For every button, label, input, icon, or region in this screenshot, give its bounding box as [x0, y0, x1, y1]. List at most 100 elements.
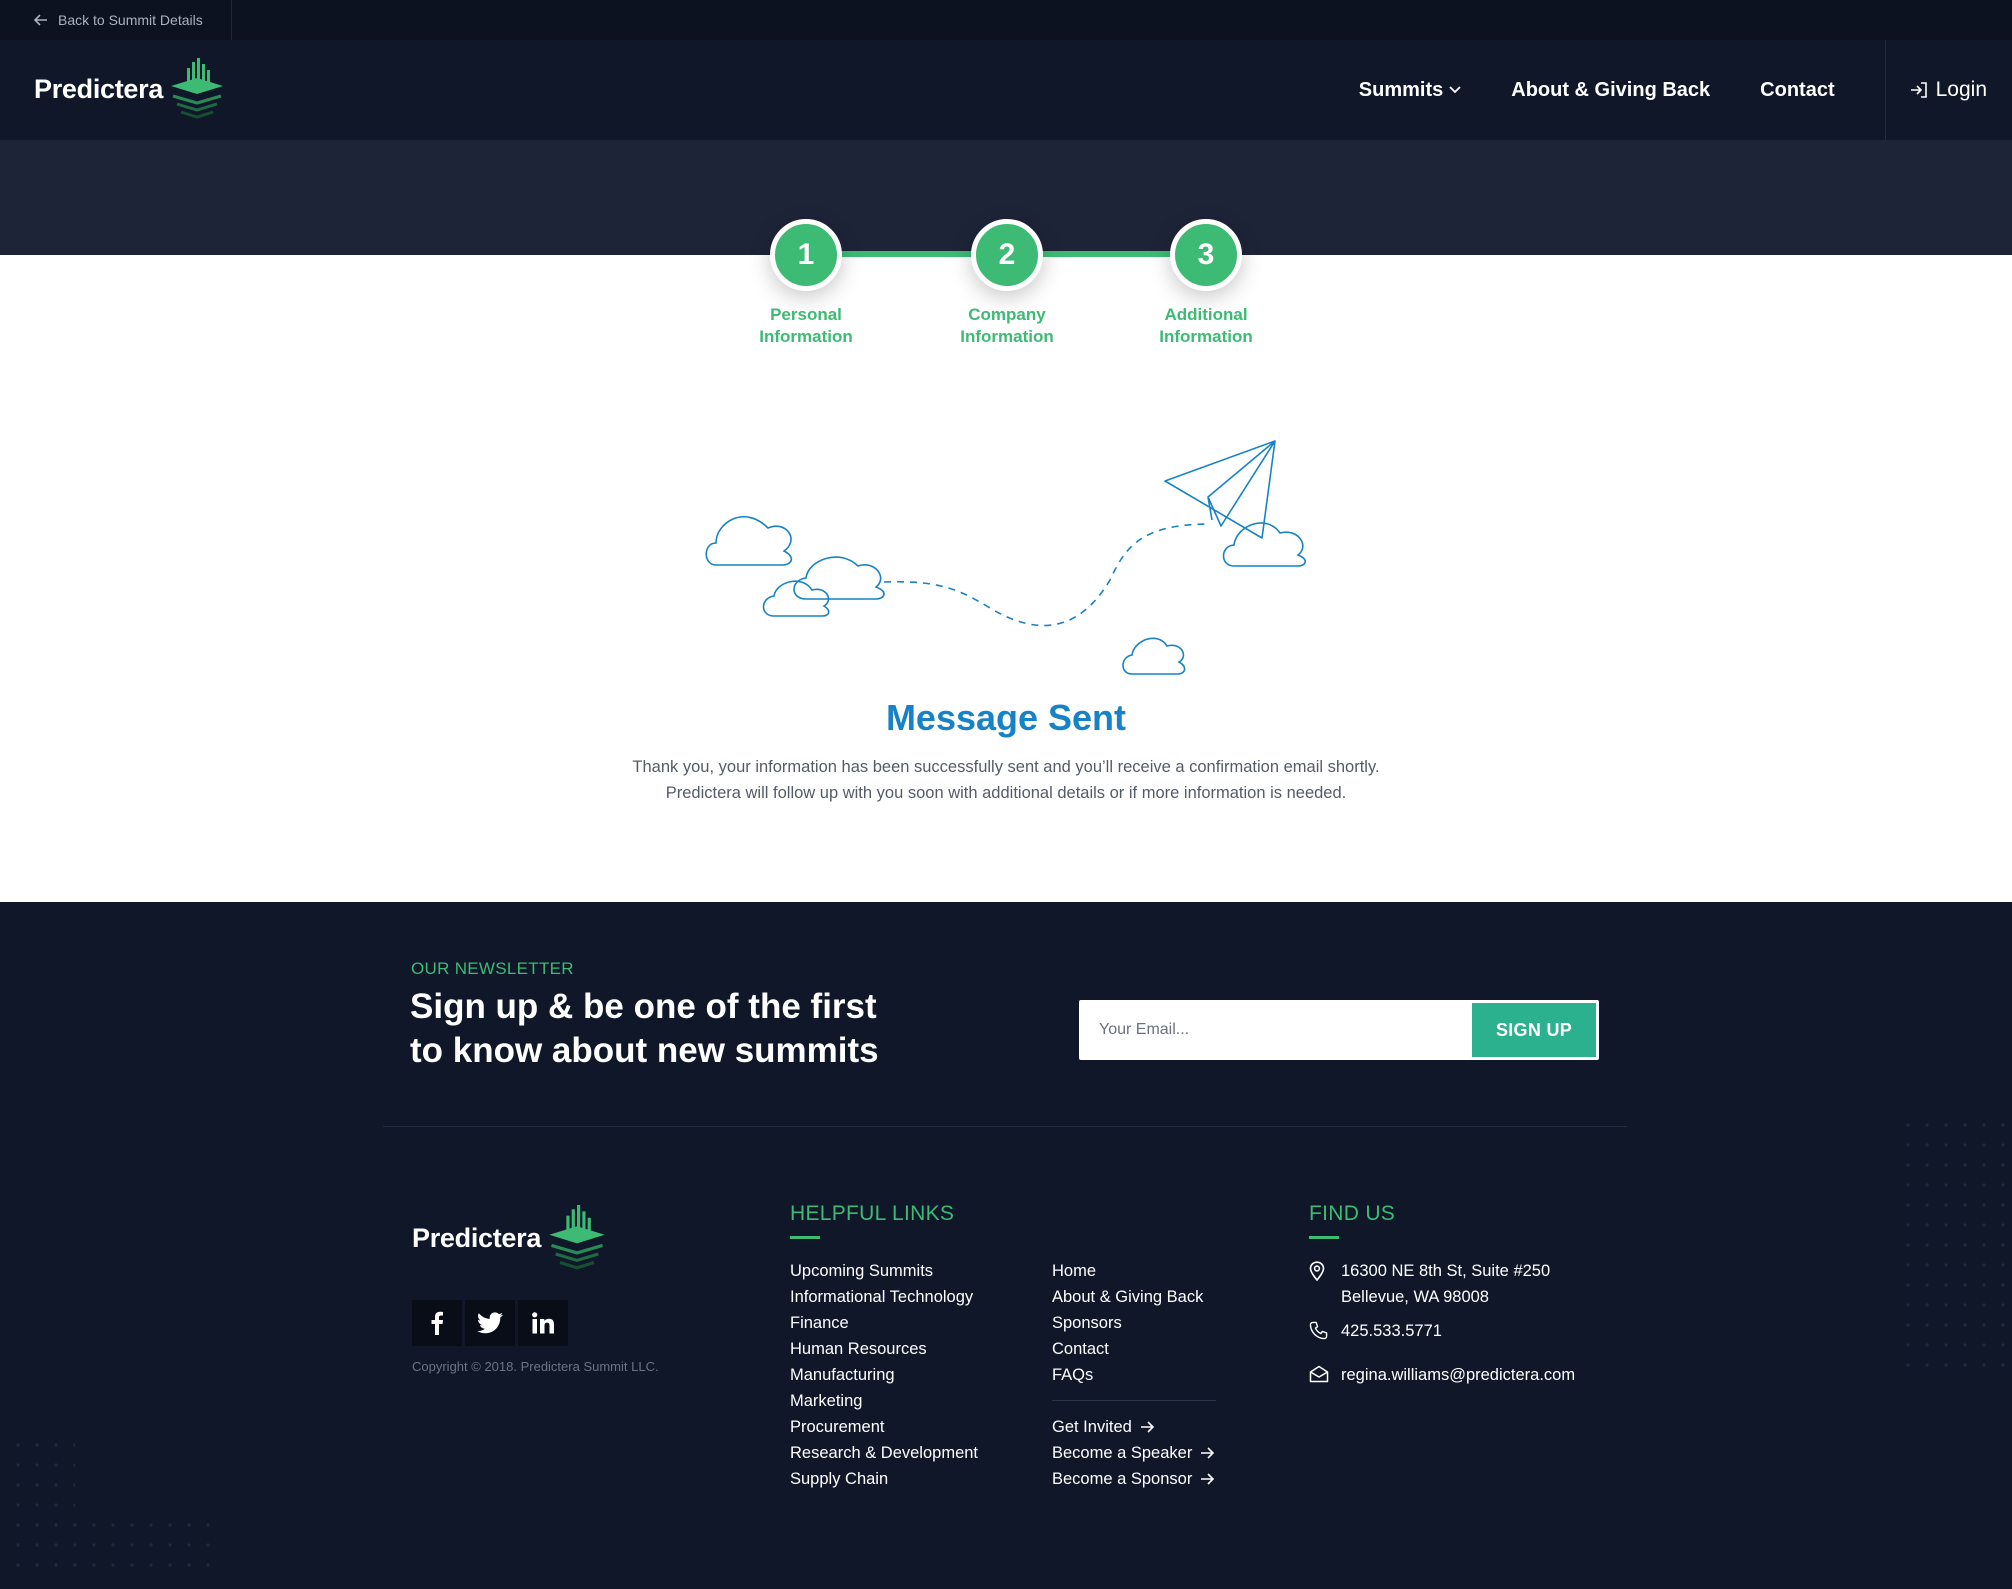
- site-logo[interactable]: Predictera: [34, 58, 225, 120]
- step-label-line2: Information: [960, 327, 1054, 346]
- step-label: Company Information: [907, 304, 1107, 348]
- footer-divider: [383, 1126, 1627, 1127]
- step-company-information: 2 Company Information: [907, 219, 1107, 348]
- arrow-right-icon: [1201, 1447, 1215, 1459]
- nav-about[interactable]: About & Giving Back: [1511, 79, 1710, 102]
- newsletter-form: SIGN UP: [1079, 1000, 1599, 1060]
- message-sent-title: Message Sent: [885, 697, 1127, 738]
- footer-link[interactable]: About & Giving Back: [1052, 1284, 1203, 1310]
- mail-icon: [1309, 1365, 1329, 1383]
- message-sent-body: Thank you, your information has been suc…: [0, 754, 2012, 806]
- login-link[interactable]: Login: [1910, 78, 1987, 102]
- become-sponsor-link[interactable]: Become a Sponsor: [1052, 1466, 1215, 1492]
- cloud-icon: [793, 556, 885, 600]
- footer-link[interactable]: Informational Technology: [790, 1284, 978, 1310]
- facebook-link[interactable]: [412, 1300, 462, 1346]
- logo-mark-icon: [549, 1205, 605, 1270]
- step-number-circle: 2: [971, 219, 1043, 291]
- twitter-icon: [477, 1312, 503, 1334]
- footer-link[interactable]: Procurement: [790, 1414, 978, 1440]
- address-line1: 16300 NE 8th St, Suite #250: [1341, 1262, 1551, 1280]
- social-links: [412, 1300, 571, 1346]
- newsletter-heading-line1: Sign up & be one of the first: [410, 987, 877, 1026]
- cloud-icon: [1122, 637, 1186, 675]
- newsletter-eyebrow: OUR NEWSLETTER: [411, 959, 574, 978]
- login-label: Login: [1935, 78, 1987, 101]
- links-separator: [1052, 1400, 1216, 1401]
- cta-label: Get Invited: [1052, 1418, 1132, 1436]
- footer-link[interactable]: Finance: [790, 1310, 978, 1336]
- main-nav: Summits About & Giving Back Contact Logi…: [1359, 40, 2012, 140]
- twitter-link[interactable]: [465, 1300, 515, 1346]
- newsletter-heading: Sign up & be one of the first to know ab…: [410, 985, 930, 1073]
- facebook-icon: [431, 1311, 443, 1335]
- message-line-2: Predictera will follow up with you soon …: [665, 784, 1347, 802]
- address-row: 16300 NE 8th St, Suite #250 Bellevue, WA…: [1309, 1258, 1575, 1310]
- cta-label: Become a Sponsor: [1052, 1470, 1193, 1488]
- step-number-circle: 3: [1170, 219, 1242, 291]
- arrow-right-icon: [1201, 1473, 1215, 1485]
- footer-link[interactable]: Home: [1052, 1258, 1203, 1284]
- cloud-icon: [705, 516, 793, 566]
- newsletter-signup-button[interactable]: SIGN UP: [1472, 1003, 1596, 1057]
- footer-link[interactable]: Upcoming Summits: [790, 1258, 978, 1284]
- cta-links: Get Invited Become a Speaker Become a Sp…: [1052, 1414, 1215, 1492]
- phone-text: 425.533.5771: [1341, 1322, 1442, 1340]
- step-label-line2: Information: [1159, 327, 1253, 346]
- address-text: 16300 NE 8th St, Suite #250 Bellevue, WA…: [1341, 1258, 1550, 1310]
- helpful-links-title: HELPFUL LINKS: [790, 1202, 955, 1225]
- logo-text: Predictera: [34, 73, 164, 104]
- newsletter-email-input[interactable]: [1079, 1000, 1471, 1060]
- linkedin-link[interactable]: [518, 1300, 568, 1346]
- top-bar: Back to Summit Details: [0, 0, 2012, 40]
- email-row[interactable]: regina.williams@predictera.com: [1309, 1362, 1575, 1391]
- get-invited-link[interactable]: Get Invited: [1052, 1414, 1214, 1440]
- cloud-icon: [1222, 522, 1306, 567]
- decorative-dot-grid: [15, 1442, 215, 1582]
- nav-contact[interactable]: Contact: [1760, 79, 1834, 102]
- find-us-details: 16300 NE 8th St, Suite #250 Bellevue, WA…: [1309, 1258, 1575, 1391]
- login-icon: [1910, 82, 1927, 98]
- back-link-label: Back to Summit Details: [58, 12, 203, 28]
- back-to-summit-link[interactable]: Back to Summit Details: [0, 0, 232, 40]
- phone-row[interactable]: 425.533.5771: [1309, 1318, 1575, 1348]
- footer-link[interactable]: Manufacturing: [790, 1362, 978, 1388]
- site-header: Predictera Summits About & Giving Back C…: [0, 40, 2012, 140]
- email-text: regina.williams@predictera.com: [1341, 1366, 1576, 1384]
- footer-link[interactable]: FAQs: [1052, 1362, 1203, 1388]
- become-speaker-link[interactable]: Become a Speaker: [1052, 1440, 1215, 1466]
- footer-link[interactable]: Research & Development: [790, 1440, 978, 1466]
- footer-link[interactable]: Sponsors: [1052, 1310, 1203, 1336]
- location-pin-icon: [1309, 1261, 1325, 1282]
- nav-summits[interactable]: Summits: [1359, 79, 1461, 102]
- copyright-text: Copyright © 2018. Predictera Summit LLC.: [412, 1359, 659, 1374]
- logo-text: Predictera: [412, 1222, 542, 1253]
- step-label-line1: Additional: [1164, 305, 1248, 324]
- find-us-underline: [1309, 1236, 1339, 1239]
- helpful-links-col1: Upcoming Summits Informational Technolog…: [790, 1258, 978, 1492]
- footer-link[interactable]: Supply Chain: [790, 1466, 978, 1492]
- step-number-circle: 1: [770, 219, 842, 291]
- paper-plane-illustration: [705, 440, 1306, 675]
- nav-divider: [1884, 40, 1886, 140]
- step-personal-information: 1 Personal Information: [706, 219, 906, 348]
- helpful-links-underline: [790, 1236, 820, 1239]
- footer-link[interactable]: Marketing: [790, 1388, 978, 1414]
- step-label: Additional Information: [1106, 304, 1306, 348]
- step-label-line1: Personal: [770, 305, 842, 324]
- arrow-right-icon: [1140, 1421, 1154, 1433]
- logo-mark-icon: [171, 58, 224, 119]
- phone-icon: [1309, 1321, 1328, 1340]
- newsletter-heading-line2: to know about new summits: [410, 1031, 879, 1070]
- site-footer: OUR NEWSLETTER Sign up & be one of the f…: [0, 902, 2012, 1589]
- step-label-line2: Information: [759, 327, 853, 346]
- linkedin-icon: [532, 1312, 554, 1334]
- step-label: Personal Information: [706, 304, 906, 348]
- step-additional-information: 3 Additional Information: [1106, 219, 1306, 348]
- footer-link[interactable]: Contact: [1052, 1336, 1203, 1362]
- helpful-links-col2: Home About & Giving Back Sponsors Contac…: [1052, 1258, 1203, 1388]
- step-label-line1: Company: [968, 305, 1046, 324]
- footer-logo[interactable]: Predictera: [412, 1205, 607, 1271]
- footer-link[interactable]: Human Resources: [790, 1336, 978, 1362]
- decorative-dot-grid: [1905, 1122, 2005, 1372]
